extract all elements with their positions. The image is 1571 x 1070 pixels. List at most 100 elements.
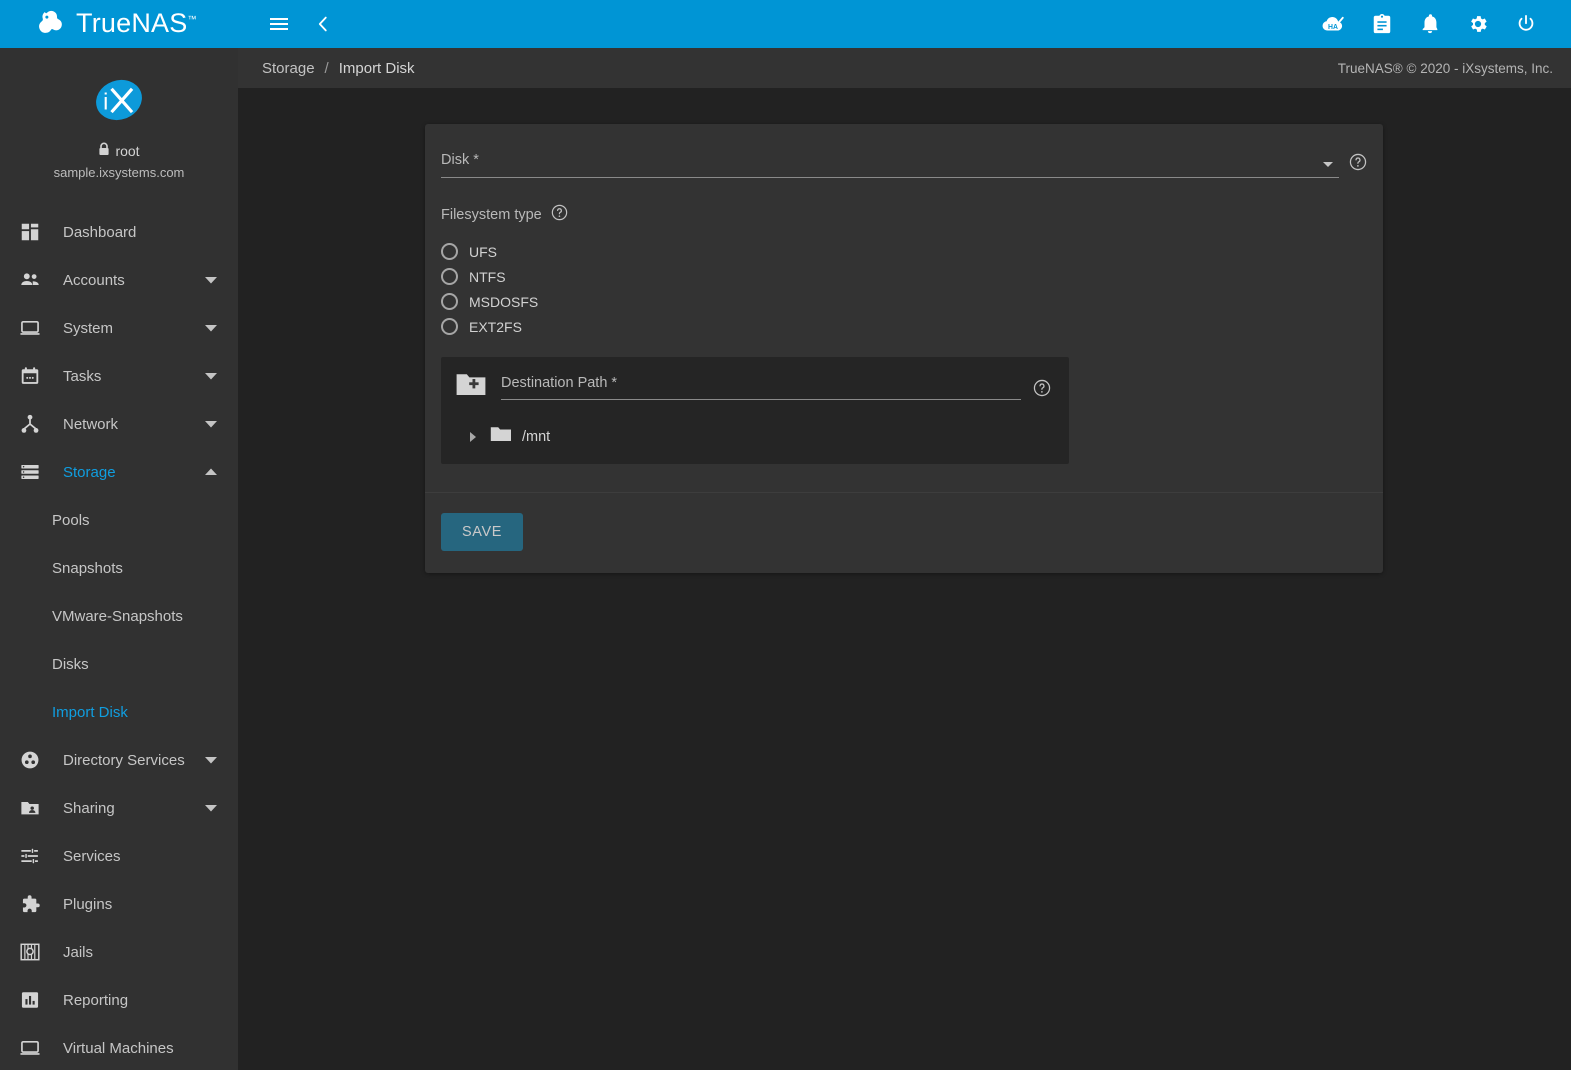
radio-option-ntfs[interactable]: NTFS: [441, 264, 1367, 289]
radio-circle-icon[interactable]: [441, 268, 458, 285]
sidebar-subitem-vmware-snapshots[interactable]: VMware-Snapshots: [0, 592, 238, 640]
brand-title: TrueNAS™: [76, 10, 197, 37]
dashboard-icon: [12, 221, 48, 243]
truenas-app-window: TrueNAS™ HA: [0, 0, 1571, 1070]
profile-username-row: root: [0, 142, 238, 159]
sidebar-item-sharing[interactable]: Sharing: [0, 784, 238, 832]
accounts-icon: [12, 269, 48, 291]
ha-status-icon[interactable]: HA: [1315, 5, 1353, 43]
sidebar-subitem-label: Import Disk: [52, 704, 128, 721]
sidebar-subitem-disks[interactable]: Disks: [0, 640, 238, 688]
breadcrumb: Storage / Import Disk TrueNAS® © 2020 - …: [238, 48, 1571, 88]
sidebar-item-label: Sharing: [48, 800, 202, 817]
disk-field-row: Disk *: [441, 152, 1367, 178]
plugins-puzzle-icon: [12, 893, 48, 915]
radio-option-ufs[interactable]: UFS: [441, 239, 1367, 264]
sidebar-item-reporting[interactable]: Reporting: [0, 976, 238, 1024]
sidebar-subitem-pools[interactable]: Pools: [0, 496, 238, 544]
filesystem-type-label: Filesystem type: [441, 207, 542, 223]
destination-path-explorer: Destination Path *: [441, 357, 1069, 464]
radio-circle-icon[interactable]: [441, 243, 458, 260]
sidebar-subitem-label: VMware-Snapshots: [52, 608, 183, 625]
radio-label: EXT2FS: [469, 319, 522, 335]
sidebar-item-accounts[interactable]: Accounts: [0, 256, 238, 304]
sidebar-item-label: Plugins: [48, 896, 220, 913]
radio-label: NTFS: [469, 269, 506, 285]
sidebar-subitem-import-disk[interactable]: Import Disk: [0, 688, 238, 736]
radio-circle-icon[interactable]: [441, 318, 458, 335]
sidebar-item-directory-services[interactable]: Directory Services: [0, 736, 238, 784]
radio-label: MSDOSFS: [469, 294, 538, 310]
destination-path-row: Destination Path *: [455, 371, 1051, 403]
system-icon: [12, 317, 48, 339]
main-content-area: Storage / Import Disk TrueNAS® © 2020 - …: [238, 48, 1571, 1070]
tree-node-mnt[interactable]: /mnt: [455, 425, 1051, 448]
chevron-down-icon: [202, 756, 220, 764]
destination-path-input[interactable]: Destination Path *: [501, 375, 1021, 400]
radio-label: UFS: [469, 244, 497, 260]
app-body: i root sample.ixsystems.com: [0, 48, 1571, 1070]
page-content: Disk *: [238, 88, 1571, 1070]
disk-select[interactable]: Disk *: [441, 152, 1339, 178]
help-circle-icon[interactable]: [551, 204, 568, 225]
sidebar-subitem-snapshots[interactable]: Snapshots: [0, 544, 238, 592]
chevron-down-icon[interactable]: [1323, 162, 1333, 167]
sidebar-subitem-label: Disks: [52, 656, 89, 673]
help-circle-icon[interactable]: [1033, 379, 1051, 402]
radio-option-msdosfs[interactable]: MSDOSFS: [441, 289, 1367, 314]
chevron-down-icon: [202, 372, 220, 380]
sidebar-item-label: Tasks: [48, 368, 202, 385]
breadcrumb-current: Import Disk: [339, 60, 415, 77]
sidebar-item-virtual-machines[interactable]: Virtual Machines: [0, 1024, 238, 1070]
sidebar-item-label: Storage: [48, 464, 202, 481]
sidebar-item-services[interactable]: Services: [0, 832, 238, 880]
directory-services-icon: [12, 749, 48, 771]
sidebar-item-jails[interactable]: Jails: [0, 928, 238, 976]
triangle-right-icon[interactable]: [470, 432, 476, 442]
sidebar-item-system[interactable]: System: [0, 304, 238, 352]
sidebar-item-storage[interactable]: Storage: [0, 448, 238, 496]
sidebar-item-label: Accounts: [48, 272, 202, 289]
brand-logo-area[interactable]: TrueNAS™: [0, 9, 238, 39]
sidebar-item-plugins[interactable]: Plugins: [0, 880, 238, 928]
help-circle-icon[interactable]: [1349, 153, 1367, 176]
task-manager-icon[interactable]: [1363, 5, 1401, 43]
destination-path-underline: [501, 399, 1021, 400]
services-sliders-icon: [12, 845, 48, 867]
notifications-bell-icon[interactable]: [1411, 5, 1449, 43]
virtual-machines-icon: [12, 1037, 48, 1059]
radio-option-ext2fs[interactable]: EXT2FS: [441, 314, 1367, 339]
sidebar-item-label: Reporting: [48, 992, 220, 1009]
sidebar-item-network[interactable]: Network: [0, 400, 238, 448]
profile-username: root: [115, 143, 139, 159]
sidebar-item-label: Directory Services: [48, 752, 202, 769]
tasks-calendar-icon: [12, 365, 48, 387]
sidebar-item-dashboard[interactable]: Dashboard: [0, 208, 238, 256]
radio-circle-icon[interactable]: [441, 293, 458, 310]
breadcrumb-parent[interactable]: Storage: [262, 60, 315, 77]
top-navigation-bar: TrueNAS™ HA: [0, 0, 1571, 48]
storage-icon: [12, 461, 48, 483]
disk-label: Disk *: [441, 152, 1339, 177]
chevron-left-icon[interactable]: [304, 5, 342, 43]
disk-underline: [441, 177, 1339, 178]
new-folder-icon[interactable]: [455, 371, 487, 403]
copyright-text: TrueNAS® © 2020 - iXsystems, Inc.: [1338, 61, 1557, 76]
sidebar-item-tasks[interactable]: Tasks: [0, 352, 238, 400]
brand-trademark: ™: [187, 14, 196, 24]
sidebar-subitem-label: Snapshots: [52, 560, 123, 577]
hamburger-menu-icon[interactable]: [260, 5, 298, 43]
svg-text:HA: HA: [1328, 24, 1338, 31]
truenas-logo-icon: [36, 9, 66, 39]
topbar-right-actions: HA: [1315, 5, 1571, 43]
directory-tree: /mnt: [455, 425, 1051, 448]
settings-gear-icon[interactable]: [1459, 5, 1497, 43]
topbar-left-actions: [238, 5, 342, 43]
sidebar-item-label: Dashboard: [48, 224, 220, 241]
import-disk-form-card: Disk *: [425, 124, 1383, 573]
destination-path-placeholder: Destination Path *: [501, 375, 1021, 399]
disk-select-field: Disk *: [441, 152, 1367, 178]
power-icon[interactable]: [1507, 5, 1545, 43]
save-button[interactable]: SAVE: [441, 513, 523, 551]
chevron-down-icon: [202, 324, 220, 332]
